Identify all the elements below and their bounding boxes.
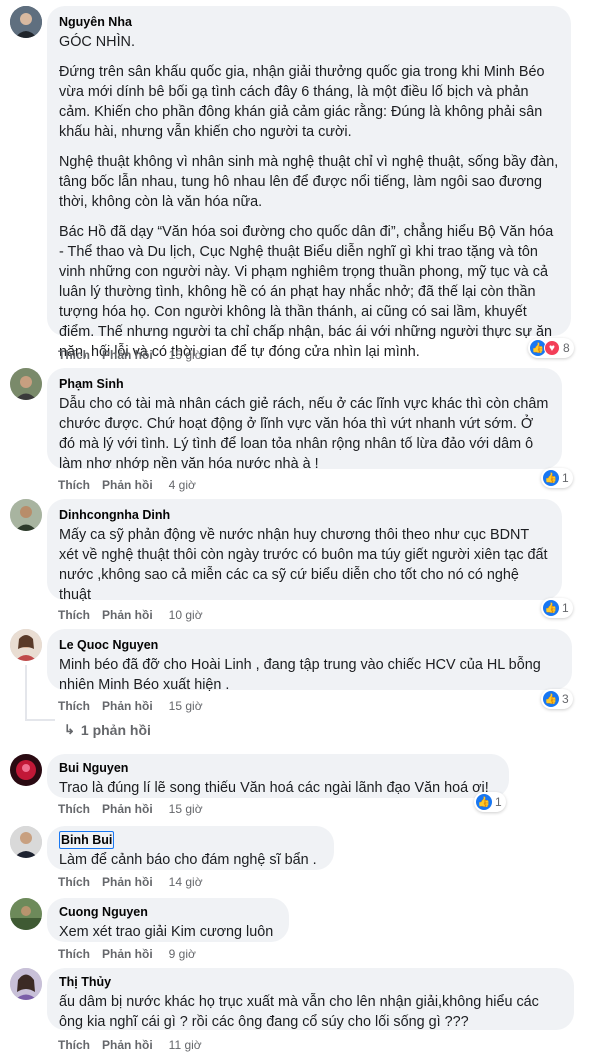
comment-time[interactable]: 9 giờ — [169, 947, 196, 961]
like-button[interactable]: Thích — [58, 608, 90, 622]
author-name[interactable]: Le Quoc Nguyen — [59, 637, 560, 653]
comment-actions: Thích Phản hồi 10 giờ — [58, 607, 203, 623]
comment-time[interactable]: 4 giờ — [169, 478, 196, 492]
comment-bubble: Bui Nguyen Trao là đúng lí lẽ song thiếu… — [47, 754, 509, 798]
comment-text: ấu dâm bị nước khác họ trục xuất mà vẫn … — [59, 994, 539, 1030]
comment-actions: Thích Phản hồi 15 giờ — [58, 698, 203, 714]
comment-text: Mấy ca sỹ phản động về nước nhận huy chư… — [59, 527, 548, 603]
thread-line — [25, 665, 27, 720]
author-name[interactable]: Bui Nguyen — [59, 760, 497, 776]
author-name[interactable]: Phạm Sinh — [59, 376, 550, 392]
comment-actions: Thích Phản hồi 15 giờ — [58, 347, 203, 363]
comment-bubble: Thị Thủy ấu dâm bị nước khác họ trục xuấ… — [47, 968, 574, 1030]
comment-actions: Thích Phản hồi 4 giờ — [58, 477, 196, 493]
reply-button[interactable]: Phản hồi — [102, 875, 153, 889]
thread-line — [25, 719, 55, 721]
comment-text: Trao là đúng lí lẽ song thiếu Văn hoá cá… — [59, 780, 489, 796]
thumbs-up-icon: 👍 — [476, 794, 492, 810]
avatar[interactable] — [10, 898, 42, 930]
avatar[interactable] — [10, 629, 42, 661]
like-button[interactable]: Thích — [58, 1038, 90, 1052]
avatar[interactable] — [10, 368, 42, 400]
like-button[interactable]: Thích — [58, 802, 90, 816]
comment-text: Nghệ thuật không vì nhân sinh mà nghệ th… — [59, 154, 559, 210]
reply-button[interactable]: Phản hồi — [102, 947, 153, 961]
author-name[interactable]: Cuong Nguyen — [59, 904, 277, 920]
comment-bubble: Binh Bui Làm để cảnh báo cho đám nghệ sĩ… — [47, 826, 334, 870]
comment-bubble: Le Quoc Nguyen Minh béo đã đỡ cho Hoài L… — [47, 629, 572, 693]
like-button[interactable]: Thích — [58, 875, 90, 889]
reply-button[interactable]: Phản hồi — [102, 608, 153, 622]
thumbs-up-icon: 👍 — [543, 691, 559, 707]
avatar[interactable] — [10, 754, 42, 786]
comment-time[interactable]: 11 giờ — [169, 1038, 202, 1052]
like-button[interactable]: Thích — [58, 699, 90, 713]
reply-button[interactable]: Phản hồi — [102, 802, 153, 816]
comment-time[interactable]: 10 giờ — [169, 608, 203, 622]
reaction-count[interactable]: 👍 ♥ 8 — [528, 338, 574, 358]
comment-time[interactable]: 15 giờ — [169, 699, 203, 713]
comment-actions: Thích Phản hồi 11 giờ — [58, 1037, 202, 1053]
avatar[interactable] — [10, 968, 42, 1000]
reaction-count[interactable]: 👍 1 — [541, 468, 573, 488]
author-name[interactable]: Thị Thủy — [59, 974, 562, 990]
avatar[interactable] — [10, 499, 42, 531]
like-button[interactable]: Thích — [58, 478, 90, 492]
comment-time[interactable]: 14 giờ — [169, 875, 203, 889]
like-button[interactable]: Thích — [58, 348, 90, 362]
comment-time[interactable]: 15 giờ — [169, 348, 203, 362]
comment-bubble: Phạm Sinh Dẫu cho có tài mà nhân cách gi… — [47, 368, 562, 472]
comment-text: Làm để cảnh báo cho đám nghệ sĩ bẩn . — [59, 852, 317, 868]
comment-text: Xem xét trao giải Kim cương luôn — [59, 924, 274, 940]
avatar[interactable] — [10, 6, 42, 38]
reply-button[interactable]: Phản hồi — [102, 1038, 153, 1052]
comment-text: Đứng trên sân khấu quốc gia, nhận giải t… — [59, 64, 545, 140]
heart-icon: ♥ — [544, 340, 560, 356]
comment-actions: Thích Phản hồi 14 giờ — [58, 874, 203, 890]
comment-text: GÓC NHÌN. — [59, 34, 135, 50]
author-name[interactable]: Binh Bui — [59, 831, 115, 849]
like-button[interactable]: Thích — [58, 947, 90, 961]
comment-actions: Thích Phản hồi 15 giờ — [58, 801, 203, 817]
reaction-count[interactable]: 👍 3 — [541, 689, 573, 709]
comment-text: Minh béo đã đỡ cho Hoài Linh , đang tập … — [59, 657, 541, 693]
reply-button[interactable]: Phản hồi — [102, 348, 153, 362]
comment-bubble: Cuong Nguyen Xem xét trao giải Kim cương… — [47, 898, 289, 942]
thumbs-up-icon: 👍 — [543, 470, 559, 486]
comment-text: Dẫu cho có tài mà nhân cách giẻ rách, nế… — [59, 396, 549, 472]
reply-button[interactable]: Phản hồi — [102, 478, 153, 492]
comment-bubble: Dinhcongnha Dinh Mấy ca sỹ phản động về … — [47, 499, 562, 603]
comment-text: Bác Hồ đã dạy “Văn hóa soi đường cho quố… — [59, 224, 554, 360]
view-replies-link[interactable]: ↳ 1 phản hồi — [64, 722, 151, 738]
comment-time[interactable]: 15 giờ — [169, 802, 203, 816]
author-name[interactable]: Nguyên Nha — [59, 14, 559, 30]
reply-button[interactable]: Phản hồi — [102, 699, 153, 713]
reaction-count[interactable]: 👍 1 — [474, 792, 506, 812]
thumbs-up-icon: 👍 — [543, 600, 559, 616]
comment-bubble: Nguyên Nha GÓC NHÌN. Đứng trên sân khấu … — [47, 6, 571, 360]
avatar[interactable] — [10, 826, 42, 858]
author-name[interactable]: Dinhcongnha Dinh — [59, 507, 550, 523]
reply-arrow-icon: ↳ — [64, 722, 75, 737]
reaction-count[interactable]: 👍 1 — [541, 598, 573, 618]
comment-actions: Thích Phản hồi 9 giờ — [58, 946, 196, 962]
